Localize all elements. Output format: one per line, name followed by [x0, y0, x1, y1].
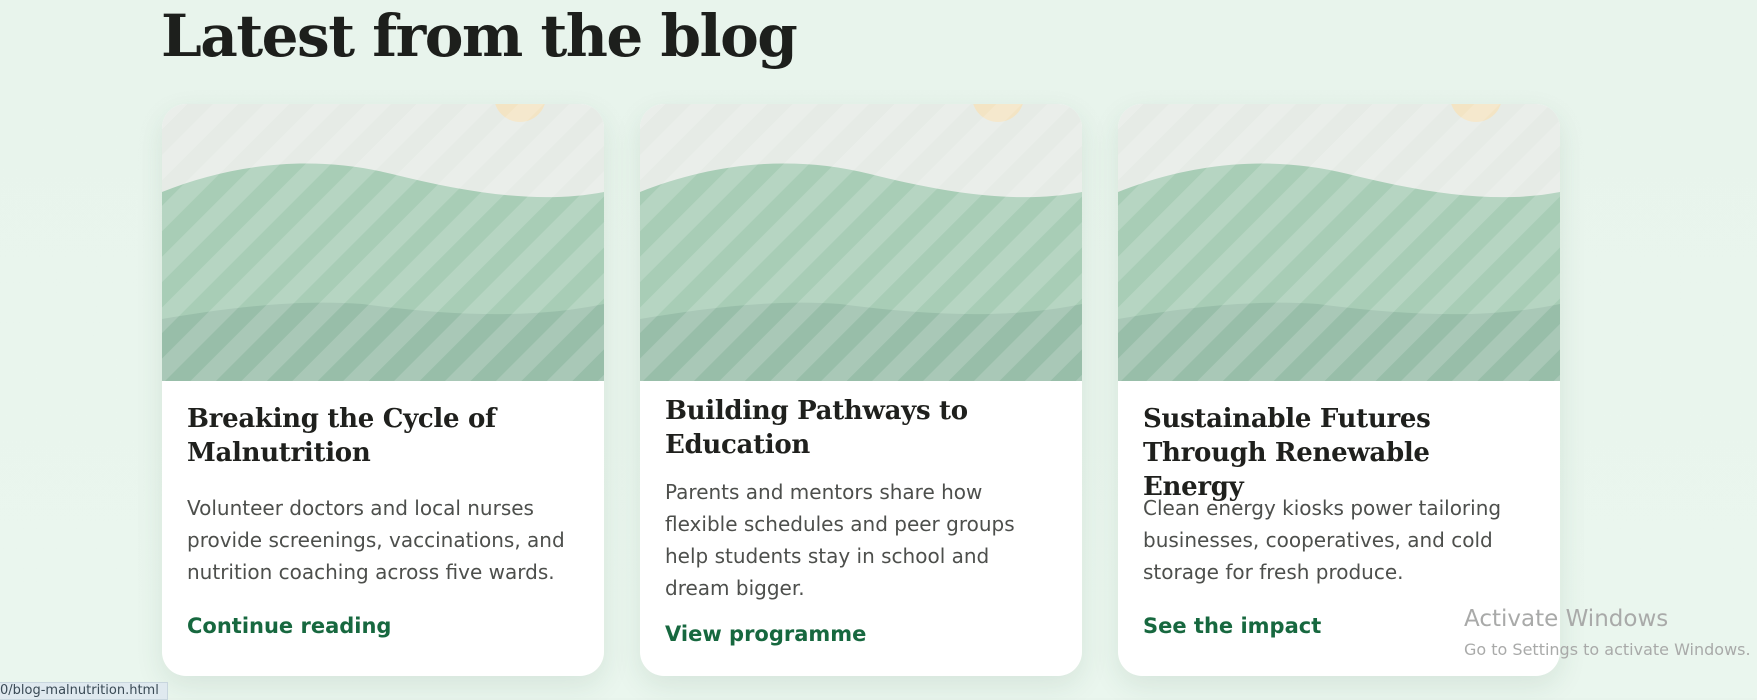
section-heading: Latest from the blog — [161, 2, 798, 70]
see-the-impact-link[interactable]: See the impact — [1143, 614, 1321, 638]
blog-card-illustration — [640, 104, 1082, 381]
blog-card-illustration — [162, 104, 604, 381]
blog-card-description: Volunteer doctors and local nurses provi… — [187, 496, 565, 584]
blog-card-description: Clean energy kiosks power tailoring busi… — [1143, 496, 1502, 584]
blog-card[interactable]: Building Pathways to Education Parents a… — [640, 104, 1082, 676]
blog-card-title: Breaking the Cycle of Malnutrition — [187, 404, 496, 468]
status-bar-url: 0/blog-malnutrition.html — [0, 682, 168, 700]
blog-card-title: Sustainable Futures Through Renewable En… — [1143, 404, 1431, 502]
blog-card[interactable]: Sustainable Futures Through Renewable En… — [1118, 104, 1560, 676]
continue-reading-link[interactable]: Continue reading — [187, 614, 391, 638]
view-programme-link[interactable]: View programme — [665, 622, 866, 646]
blog-card[interactable]: Breaking the Cycle of Malnutrition Volun… — [162, 104, 604, 676]
blog-card-illustration — [1118, 104, 1560, 381]
blog-card-title: Building Pathways to Education — [665, 396, 968, 460]
blog-card-description: Parents and mentors share how flexible s… — [665, 480, 1015, 600]
activate-windows-title: Activate Windows — [1464, 606, 1669, 632]
activate-windows-subtitle: Go to Settings to activate Windows. — [1464, 640, 1751, 659]
